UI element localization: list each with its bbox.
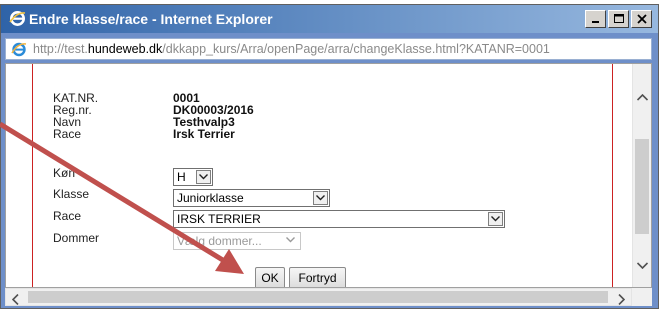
- address-prefix: http://test.: [33, 42, 88, 56]
- scrollbar-corner: [632, 288, 652, 306]
- race-label: Race: [53, 127, 82, 141]
- ok-button[interactable]: OK: [255, 267, 285, 287]
- horizontal-scrollbar[interactable]: [5, 288, 632, 306]
- maximize-icon: [614, 14, 624, 23]
- address-host: hundeweb.dk: [87, 42, 163, 56]
- ie-icon: [11, 41, 27, 57]
- window-title: Endre klasse/race - Internet Explorer: [29, 11, 273, 27]
- race-value: Irsk Terrier: [173, 127, 235, 141]
- chevron-down-icon: [313, 191, 328, 205]
- close-icon: [637, 14, 647, 24]
- ie-icon: [9, 10, 26, 27]
- dommer-select[interactable]: Vælg dommer...: [173, 232, 301, 250]
- close-button[interactable]: [631, 10, 652, 28]
- scroll-up-icon[interactable]: [636, 88, 649, 106]
- race-select[interactable]: IRSK TERRIER: [173, 210, 505, 228]
- content-border-left: [32, 64, 33, 287]
- page-viewport[interactable]: KAT.NR. 0001 Reg.nr. DK00003/2016 Navn T…: [5, 63, 652, 288]
- dommer-placeholder: Vælg dommer...: [177, 234, 262, 248]
- dommer-label: Dommer: [53, 231, 100, 245]
- chevron-down-icon: [488, 212, 503, 226]
- kon-selected-value: H: [177, 170, 186, 184]
- scroll-left-icon[interactable]: [11, 292, 19, 310]
- race-selected-value: IRSK TERRIER: [177, 212, 261, 226]
- horizontal-scroll-thumb[interactable]: [28, 291, 608, 303]
- kon-select[interactable]: H: [173, 168, 213, 186]
- kon-label: Køn: [53, 166, 76, 180]
- race-select-label: Race: [53, 209, 82, 223]
- vertical-scroll-thumb[interactable]: [635, 139, 649, 234]
- cancel-button[interactable]: Fortryd: [289, 267, 346, 287]
- maximize-button[interactable]: [608, 10, 629, 28]
- address-path: /dkkapp_kurs/Arra/openPage/arra/changeKl…: [162, 42, 550, 56]
- chevron-down-icon: [284, 234, 299, 248]
- dialog-content: KAT.NR. 0001 Reg.nr. DK00003/2016 Navn T…: [6, 64, 632, 287]
- scroll-down-icon[interactable]: [636, 256, 649, 274]
- scroll-right-icon[interactable]: [618, 292, 626, 310]
- vertical-scrollbar[interactable]: [632, 64, 651, 287]
- address-url: http://test.hundeweb.dk/dkkapp_kurs/Arra…: [33, 42, 550, 56]
- title-bar[interactable]: Endre klasse/race - Internet Explorer: [1, 5, 658, 33]
- klasse-selected-value: Juniorklasse: [177, 191, 244, 205]
- minimize-button[interactable]: [585, 10, 606, 28]
- klasse-select[interactable]: Juniorklasse: [173, 189, 330, 207]
- minimize-icon: [592, 21, 599, 23]
- browser-popup-window: Endre klasse/race - Internet Explorer ht…: [0, 4, 659, 309]
- klasse-label: Klasse: [53, 187, 90, 201]
- content-border-right: [612, 64, 613, 287]
- chevron-down-icon: [196, 170, 211, 184]
- address-bar[interactable]: http://test.hundeweb.dk/dkkapp_kurs/Arra…: [5, 38, 652, 60]
